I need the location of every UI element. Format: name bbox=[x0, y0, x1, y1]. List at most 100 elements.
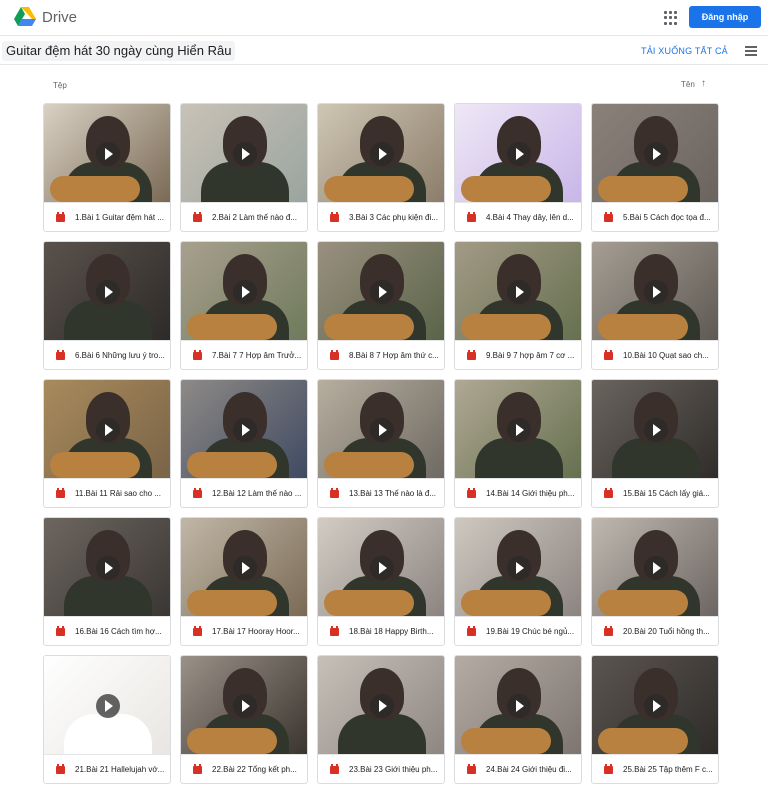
file-caption[interactable]: 21.Bài 21 Hallelujah vớ... bbox=[44, 756, 170, 783]
file-caption[interactable]: 4.Bài 4 Thay dây, lên d... bbox=[455, 204, 581, 231]
file-card[interactable]: 5.Bài 5 Cách đọc tọa đ... bbox=[591, 103, 719, 232]
video-thumbnail[interactable] bbox=[592, 656, 718, 755]
file-caption[interactable]: 22.Bài 22 Tổng kết ph... bbox=[181, 756, 307, 783]
play-icon[interactable] bbox=[233, 556, 257, 580]
video-thumbnail[interactable] bbox=[592, 242, 718, 341]
video-thumbnail[interactable] bbox=[455, 104, 581, 203]
play-icon[interactable] bbox=[370, 694, 394, 718]
file-caption[interactable]: 7.Bài 7 7 Hợp âm Trưở... bbox=[181, 342, 307, 369]
video-thumbnail[interactable] bbox=[181, 104, 307, 203]
file-card[interactable]: 22.Bài 22 Tổng kết ph... bbox=[180, 655, 308, 784]
play-icon[interactable] bbox=[644, 418, 668, 442]
file-card[interactable]: 19.Bài 19 Chúc bé ngủ... bbox=[454, 517, 582, 646]
drive-brand[interactable]: Drive bbox=[42, 9, 77, 26]
video-thumbnail[interactable] bbox=[455, 656, 581, 755]
video-thumbnail[interactable] bbox=[318, 242, 444, 341]
file-caption[interactable]: 13.Bài 13 Thế nào là đ... bbox=[318, 480, 444, 507]
file-card[interactable]: 25.Bài 25 Tập thêm F c... bbox=[591, 655, 719, 784]
play-icon[interactable] bbox=[233, 694, 257, 718]
video-thumbnail[interactable] bbox=[181, 656, 307, 755]
file-card[interactable]: 23.Bài 23 Giới thiệu ph... bbox=[317, 655, 445, 784]
play-icon[interactable] bbox=[96, 142, 120, 166]
file-card[interactable]: 15.Bài 15 Cách lấy giá... bbox=[591, 379, 719, 508]
file-caption[interactable]: 16.Bài 16 Cách tìm hợ... bbox=[44, 618, 170, 645]
play-icon[interactable] bbox=[507, 142, 531, 166]
video-thumbnail[interactable] bbox=[318, 104, 444, 203]
play-icon[interactable] bbox=[507, 280, 531, 304]
file-card[interactable]: 8.Bài 8 7 Hợp âm thứ c... bbox=[317, 241, 445, 370]
sort-by-name-button[interactable]: Tên bbox=[681, 80, 695, 89]
play-icon[interactable] bbox=[233, 280, 257, 304]
file-card[interactable]: 24.Bài 24 Giới thiệu đi... bbox=[454, 655, 582, 784]
play-icon[interactable] bbox=[96, 556, 120, 580]
video-thumbnail[interactable] bbox=[44, 518, 170, 617]
video-thumbnail[interactable] bbox=[455, 518, 581, 617]
file-card[interactable]: 3.Bài 3 Các phụ kiện đi... bbox=[317, 103, 445, 232]
play-icon[interactable] bbox=[370, 418, 394, 442]
file-card[interactable]: 6.Bài 6 Những lưu ý tro... bbox=[43, 241, 171, 370]
file-caption[interactable]: 24.Bài 24 Giới thiệu đi... bbox=[455, 756, 581, 783]
play-icon[interactable] bbox=[96, 280, 120, 304]
video-thumbnail[interactable] bbox=[44, 242, 170, 341]
apps-grid-icon[interactable] bbox=[664, 11, 678, 25]
file-card[interactable]: 11.Bài 11 Rải sao cho ... bbox=[43, 379, 171, 508]
video-thumbnail[interactable] bbox=[181, 380, 307, 479]
file-caption[interactable]: 10.Bài 10 Quạt sao ch... bbox=[592, 342, 718, 369]
file-card[interactable]: 17.Bài 17 Hooray Hoor... bbox=[180, 517, 308, 646]
sort-arrow-up-icon[interactable]: ↑ bbox=[701, 78, 706, 89]
file-card[interactable]: 9.Bài 9 7 hợp âm 7 cơ ... bbox=[454, 241, 582, 370]
file-caption[interactable]: 20.Bài 20 Tuổi hồng th... bbox=[592, 618, 718, 645]
video-thumbnail[interactable] bbox=[44, 380, 170, 479]
sign-in-button[interactable]: Đăng nhập bbox=[689, 6, 761, 28]
play-icon[interactable] bbox=[644, 694, 668, 718]
video-thumbnail[interactable] bbox=[181, 242, 307, 341]
file-caption[interactable]: 8.Bài 8 7 Hợp âm thứ c... bbox=[318, 342, 444, 369]
file-caption[interactable]: 3.Bài 3 Các phụ kiện đi... bbox=[318, 204, 444, 231]
file-card[interactable]: 1.Bài 1 Guitar đệm hát ... bbox=[43, 103, 171, 232]
video-thumbnail[interactable] bbox=[592, 380, 718, 479]
file-card[interactable]: 4.Bài 4 Thay dây, lên d... bbox=[454, 103, 582, 232]
file-card[interactable]: 14.Bài 14 Giới thiệu ph... bbox=[454, 379, 582, 508]
file-caption[interactable]: 25.Bài 25 Tập thêm F c... bbox=[592, 756, 718, 783]
play-icon[interactable] bbox=[507, 694, 531, 718]
play-icon[interactable] bbox=[233, 142, 257, 166]
video-thumbnail[interactable] bbox=[44, 104, 170, 203]
play-icon[interactable] bbox=[370, 142, 394, 166]
file-caption[interactable]: 15.Bài 15 Cách lấy giá... bbox=[592, 480, 718, 507]
file-caption[interactable]: 23.Bài 23 Giới thiệu ph... bbox=[318, 756, 444, 783]
file-card[interactable]: 18.Bài 18 Happy Birth... bbox=[317, 517, 445, 646]
video-thumbnail[interactable] bbox=[44, 656, 170, 755]
file-card[interactable]: 13.Bài 13 Thế nào là đ... bbox=[317, 379, 445, 508]
file-caption[interactable]: 18.Bài 18 Happy Birth... bbox=[318, 618, 444, 645]
video-thumbnail[interactable] bbox=[592, 518, 718, 617]
file-caption[interactable]: 17.Bài 17 Hooray Hoor... bbox=[181, 618, 307, 645]
play-icon[interactable] bbox=[507, 418, 531, 442]
play-icon[interactable] bbox=[644, 142, 668, 166]
file-card[interactable]: 21.Bài 21 Hallelujah vớ... bbox=[43, 655, 171, 784]
video-thumbnail[interactable] bbox=[455, 380, 581, 479]
video-thumbnail[interactable] bbox=[318, 518, 444, 617]
file-caption[interactable]: 11.Bài 11 Rải sao cho ... bbox=[44, 480, 170, 507]
play-icon[interactable] bbox=[96, 418, 120, 442]
file-card[interactable]: 7.Bài 7 7 Hợp âm Trưở... bbox=[180, 241, 308, 370]
play-icon[interactable] bbox=[644, 280, 668, 304]
file-caption[interactable]: 1.Bài 1 Guitar đệm hát ... bbox=[44, 204, 170, 231]
file-caption[interactable]: 5.Bài 5 Cách đọc tọa đ... bbox=[592, 204, 718, 231]
file-card[interactable]: 2.Bài 2 Làm thế nào đ... bbox=[180, 103, 308, 232]
file-caption[interactable]: 12.Bài 12 Làm thế nào ... bbox=[181, 480, 307, 507]
video-thumbnail[interactable] bbox=[592, 104, 718, 203]
file-caption[interactable]: 9.Bài 9 7 hợp âm 7 cơ ... bbox=[455, 342, 581, 369]
file-caption[interactable]: 6.Bài 6 Những lưu ý tro... bbox=[44, 342, 170, 369]
video-thumbnail[interactable] bbox=[318, 656, 444, 755]
play-icon[interactable] bbox=[96, 694, 120, 718]
play-icon[interactable] bbox=[370, 556, 394, 580]
file-card[interactable]: 16.Bài 16 Cách tìm hợ... bbox=[43, 517, 171, 646]
file-card[interactable]: 20.Bài 20 Tuổi hồng th... bbox=[591, 517, 719, 646]
file-caption[interactable]: 2.Bài 2 Làm thế nào đ... bbox=[181, 204, 307, 231]
play-icon[interactable] bbox=[644, 556, 668, 580]
video-thumbnail[interactable] bbox=[318, 380, 444, 479]
file-card[interactable]: 10.Bài 10 Quạt sao ch... bbox=[591, 241, 719, 370]
list-view-icon[interactable] bbox=[745, 46, 757, 56]
drive-logo-icon[interactable] bbox=[14, 7, 36, 27]
video-thumbnail[interactable] bbox=[455, 242, 581, 341]
